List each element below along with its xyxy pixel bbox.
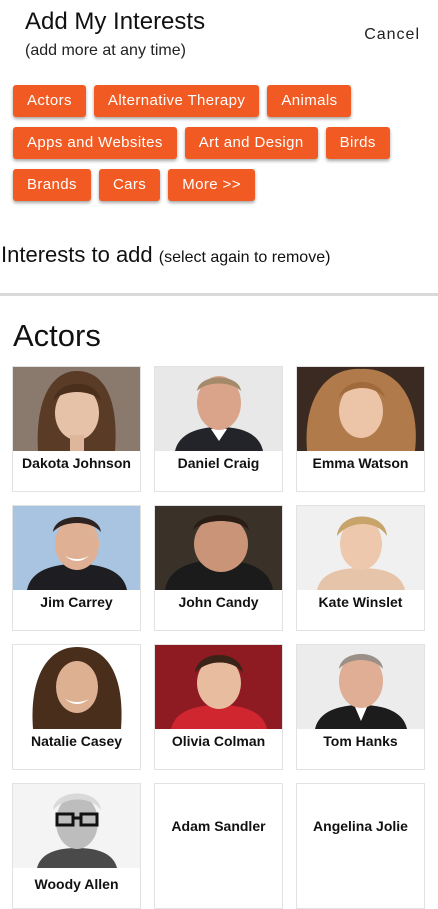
- person-name: Jim Carrey: [40, 594, 113, 610]
- category-chips: Actors Alternative Therapy Animals Apps …: [13, 85, 433, 201]
- cancel-button[interactable]: Cancel: [364, 26, 420, 44]
- divider: [0, 293, 438, 296]
- interests-to-add-hint: (select again to remove): [158, 249, 331, 266]
- chip-birds[interactable]: Birds: [325, 127, 390, 159]
- person-photo: [13, 506, 140, 590]
- person-name: Olivia Colman: [171, 733, 266, 749]
- person-card[interactable]: Angelina Jolie: [296, 783, 425, 909]
- chip-cars[interactable]: Cars: [98, 169, 161, 201]
- person-photo: [155, 367, 282, 451]
- chip-animals[interactable]: Animals: [267, 85, 352, 117]
- page-title: Add My Interests: [25, 8, 206, 35]
- person-name: Woody Allen: [34, 876, 119, 892]
- chip-alternative-therapy[interactable]: Alternative Therapy: [93, 85, 260, 117]
- person-name: Angelina Jolie: [313, 818, 408, 834]
- person-photo: [297, 645, 424, 729]
- chip-actors[interactable]: Actors: [13, 85, 86, 117]
- person-card[interactable]: John Candy: [154, 505, 283, 631]
- person-card[interactable]: Natalie Casey: [12, 644, 141, 770]
- person-name: Natalie Casey: [30, 733, 123, 749]
- person-name: Tom Hanks: [323, 733, 398, 749]
- page-subtitle: (add more at any time): [25, 42, 186, 59]
- person-name: Adam Sandler: [171, 818, 266, 834]
- person-card[interactable]: Woody Allen: [12, 783, 141, 909]
- person-name: Daniel Craig: [177, 455, 260, 471]
- person-card[interactable]: Olivia Colman: [154, 644, 283, 770]
- person-photo: [155, 506, 282, 590]
- person-card[interactable]: Kate Winslet: [296, 505, 425, 631]
- person-name: Dakota Johnson: [22, 455, 131, 471]
- person-card[interactable]: Dakota Johnson: [12, 366, 141, 492]
- chip-art-and-design[interactable]: Art and Design: [184, 127, 318, 159]
- header: Add My Interests (add more at any time) …: [0, 0, 438, 70]
- interests-to-add: Interests to add (select again to remove…: [1, 242, 330, 268]
- person-photo: [13, 367, 140, 451]
- person-photo: [297, 367, 424, 451]
- person-card[interactable]: Jim Carrey: [12, 505, 141, 631]
- interests-to-add-label: Interests to add: [1, 242, 153, 267]
- person-name: Kate Winslet: [318, 594, 403, 610]
- person-card[interactable]: Adam Sandler: [154, 783, 283, 909]
- person-photo: [155, 645, 282, 729]
- person-name: Emma Watson: [312, 455, 409, 471]
- people-grid: Dakota Johnson Daniel Craig Emma Watson: [12, 366, 430, 909]
- chip-apps-and-websites[interactable]: Apps and Websites: [13, 127, 177, 159]
- person-card[interactable]: Tom Hanks: [296, 644, 425, 770]
- person-photo: [297, 506, 424, 590]
- chip-brands[interactable]: Brands: [13, 169, 91, 201]
- section-title: Actors: [13, 318, 101, 353]
- person-photo: [13, 784, 140, 868]
- person-name: John Candy: [178, 594, 259, 610]
- person-card[interactable]: Daniel Craig: [154, 366, 283, 492]
- person-photo: [13, 645, 140, 729]
- person-card[interactable]: Emma Watson: [296, 366, 425, 492]
- chip-more[interactable]: More >>: [168, 169, 255, 201]
